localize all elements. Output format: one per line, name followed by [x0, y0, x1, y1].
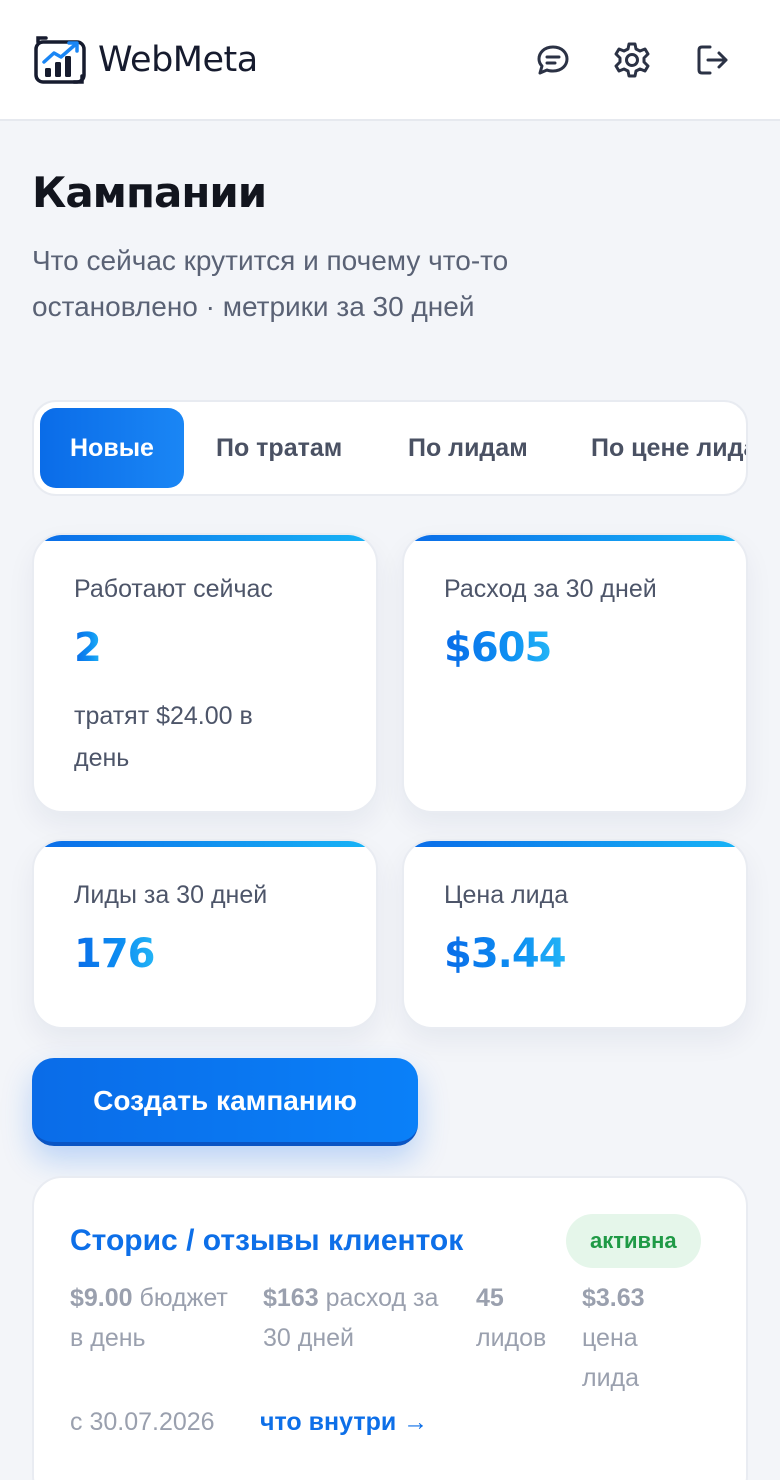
campaign-metric-lead-price: $3.63 цена лида — [582, 1278, 682, 1398]
stat-value: $605 — [444, 625, 552, 671]
metric-value: $9.00 — [70, 1284, 133, 1312]
gear-icon[interactable] — [612, 40, 652, 80]
campaign-start-date: с 30.07.2026 — [70, 1408, 215, 1436]
metric-value: $163 — [263, 1284, 319, 1312]
metric-value: 45 — [476, 1284, 504, 1312]
logo-chart-icon — [34, 36, 86, 84]
stat-label: Работают сейчас — [74, 575, 273, 603]
chat-icon[interactable] — [533, 40, 573, 80]
metric-value: $3.63 — [582, 1284, 645, 1312]
campaign-metric-budget: $9.00 бюджет в день — [70, 1278, 240, 1358]
stat-value: 2 — [74, 625, 102, 671]
campaign-metric-spend: $163 расход за 30 дней — [263, 1278, 453, 1358]
page-subtitle: Что сейчас крутится и почему что-то оста… — [32, 245, 509, 322]
tab-by-lead-price[interactable]: По цене лида — [591, 408, 746, 488]
tab-by-spend[interactable]: По тратам — [216, 408, 342, 488]
create-campaign-button[interactable]: Создать кампанию — [32, 1058, 418, 1146]
stat-card-spend: Расход за 30 дней $605 — [402, 533, 748, 813]
campaign-metric-leads: 45 лидов — [476, 1278, 566, 1358]
campaign-details-link[interactable]: что внутри → — [260, 1408, 428, 1437]
tab-new[interactable]: Новые — [40, 408, 184, 488]
metric-label: цена лида — [582, 1324, 640, 1392]
logo[interactable]: WebMeta — [32, 32, 258, 88]
stat-card-leads: Лиды за 30 дней 176 — [32, 839, 378, 1029]
page-title: Кампании — [32, 168, 267, 217]
stat-label: Цена лида — [444, 881, 569, 909]
stat-card-lead-price: Цена лида $3.44 — [402, 839, 748, 1029]
app-header: WebMeta — [0, 0, 780, 121]
campaign-title[interactable]: Сторис / отзывы клиенток — [70, 1224, 463, 1258]
logo-text: WebMeta — [98, 40, 258, 80]
logout-icon[interactable] — [692, 40, 732, 80]
stat-card-running: Работают сейчас 2 тратят $24.00 в день — [32, 533, 378, 813]
status-badge: активна — [566, 1214, 701, 1268]
campaign-card: Сторис / отзывы клиенток активна $9.00 б… — [32, 1176, 748, 1480]
tab-by-leads[interactable]: По лидам — [408, 408, 528, 488]
stat-label: Лиды за 30 дней — [74, 881, 268, 909]
stat-value: $3.44 — [444, 931, 567, 977]
stat-note: тратят $24.00 в день — [74, 702, 253, 772]
metric-label: лидов — [476, 1324, 547, 1352]
stat-value: 176 — [74, 931, 155, 977]
stat-label: Расход за 30 дней — [444, 575, 657, 603]
sort-tabs: Новые По тратам По лидам По цене лида — [32, 400, 748, 496]
